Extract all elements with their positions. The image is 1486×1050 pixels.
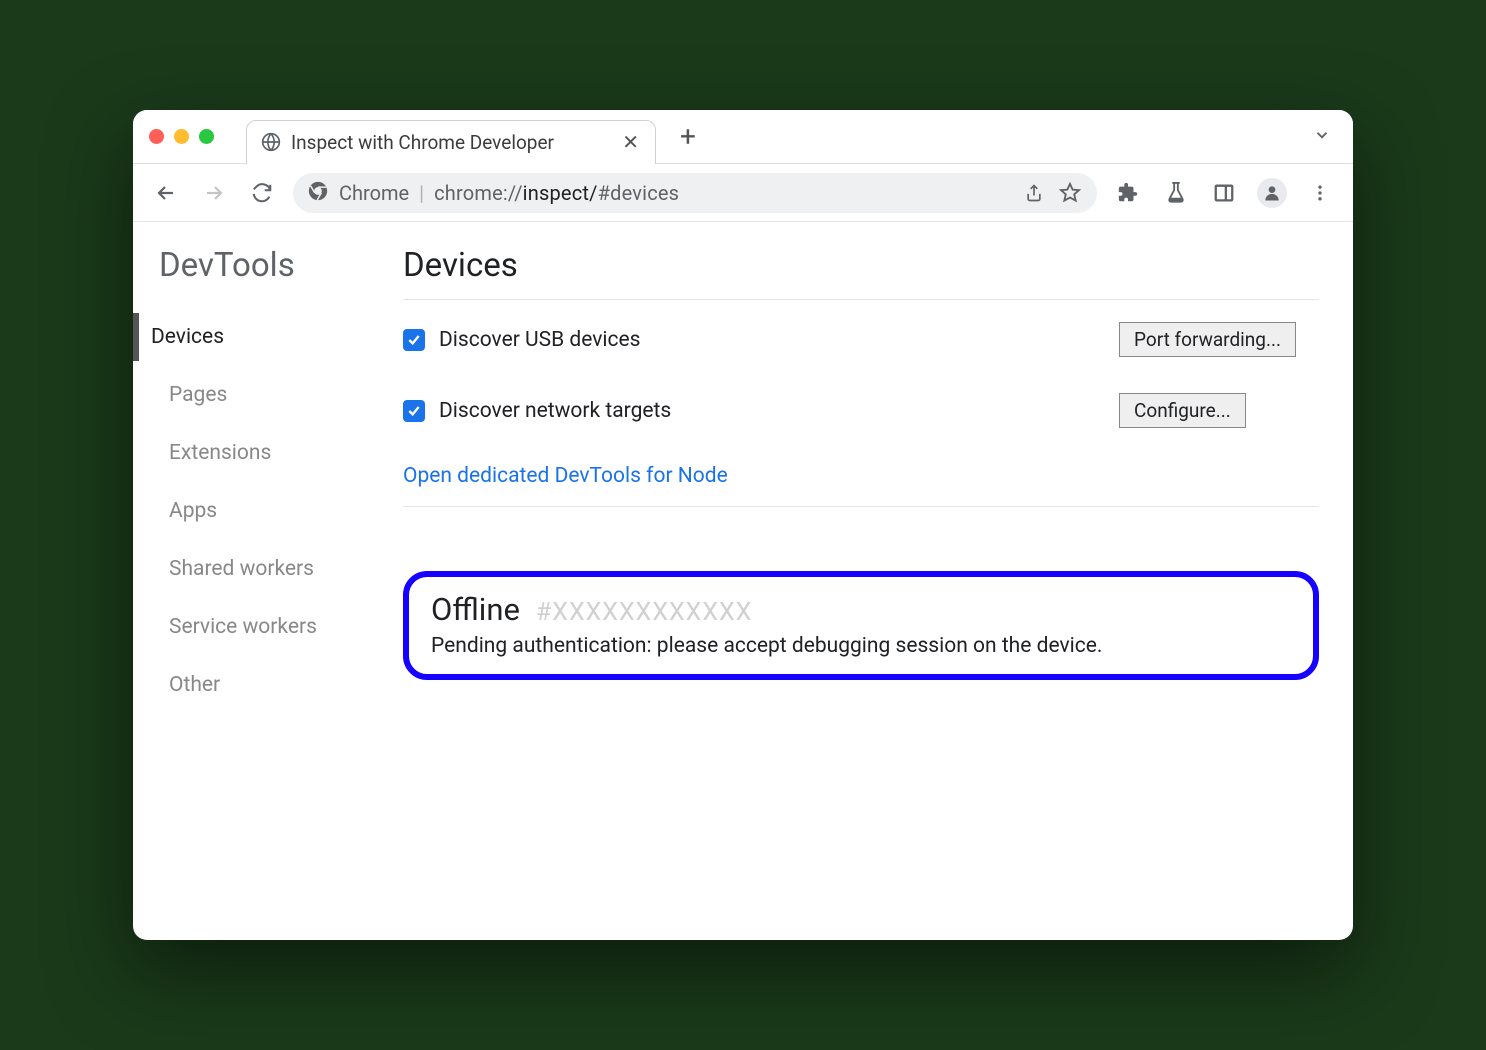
- discover-network-checkbox[interactable]: [403, 400, 425, 422]
- sidebar-item-service-workers[interactable]: Service workers: [151, 603, 383, 651]
- forward-button[interactable]: [197, 176, 231, 210]
- globe-icon: [261, 132, 281, 152]
- bookmark-star-icon[interactable]: [1057, 180, 1083, 206]
- discover-network-row: Discover network targets Configure...: [403, 393, 1319, 428]
- discover-usb-label: Discover USB devices: [439, 328, 1075, 352]
- sidebar-item-extensions[interactable]: Extensions: [151, 429, 383, 477]
- minimize-window-button[interactable]: [174, 129, 189, 144]
- labs-flask-icon[interactable]: [1159, 176, 1193, 210]
- address-url: chrome://inspect/#devices: [434, 181, 1011, 205]
- page-title: Devices: [403, 246, 1319, 285]
- sidebar-item-pages[interactable]: Pages: [151, 371, 383, 419]
- profile-avatar[interactable]: [1255, 176, 1289, 210]
- sidebar-item-other[interactable]: Other: [151, 661, 383, 709]
- sidebar-item-devices[interactable]: Devices: [133, 313, 383, 361]
- back-button[interactable]: [149, 176, 183, 210]
- window-controls: [149, 129, 214, 144]
- browser-window: Inspect with Chrome Developer ✕ + Chrome…: [133, 110, 1353, 940]
- close-tab-icon[interactable]: ✕: [620, 128, 641, 156]
- device-id: #XXXXXXXXXXXX: [536, 598, 752, 627]
- sidebar-item-apps[interactable]: Apps: [151, 487, 383, 535]
- open-node-devtools-link[interactable]: Open dedicated DevTools for Node: [403, 464, 1319, 488]
- extensions-icon[interactable]: [1111, 176, 1145, 210]
- sidebar: DevTools Devices Pages Extensions Apps S…: [133, 246, 383, 910]
- close-window-button[interactable]: [149, 129, 164, 144]
- discover-network-label: Discover network targets: [439, 399, 1075, 423]
- chrome-logo-icon: [307, 180, 329, 206]
- divider: [403, 299, 1319, 300]
- address-bar[interactable]: Chrome | chrome://inspect/#devices: [293, 173, 1097, 213]
- tab-strip: Inspect with Chrome Developer ✕ +: [133, 110, 1353, 164]
- configure-button[interactable]: Configure...: [1119, 393, 1246, 428]
- reload-button[interactable]: [245, 176, 279, 210]
- new-tab-button[interactable]: +: [670, 116, 706, 157]
- device-status: Offline: [431, 591, 520, 628]
- tabs-dropdown-icon[interactable]: [1307, 119, 1337, 155]
- address-origin-label: Chrome: [339, 181, 409, 205]
- port-forwarding-button[interactable]: Port forwarding...: [1119, 322, 1296, 357]
- tab-title: Inspect with Chrome Developer: [291, 131, 610, 154]
- page-content: DevTools Devices Pages Extensions Apps S…: [133, 222, 1353, 940]
- sidebar-title: DevTools: [151, 246, 383, 285]
- main-panel: Devices Discover USB devices Port forwar…: [383, 246, 1335, 910]
- device-status-block: Offline #XXXXXXXXXXXX Pending authentica…: [403, 571, 1319, 680]
- divider: [403, 506, 1319, 507]
- browser-tab[interactable]: Inspect with Chrome Developer ✕: [246, 120, 656, 164]
- sidebar-item-shared-workers[interactable]: Shared workers: [151, 545, 383, 593]
- address-separator: |: [419, 181, 424, 205]
- share-icon[interactable]: [1021, 180, 1047, 206]
- discover-usb-checkbox[interactable]: [403, 329, 425, 351]
- side-panel-icon[interactable]: [1207, 176, 1241, 210]
- toolbar: Chrome | chrome://inspect/#devices: [133, 164, 1353, 222]
- maximize-window-button[interactable]: [199, 129, 214, 144]
- device-message: Pending authentication: please accept de…: [431, 634, 1291, 658]
- discover-usb-row: Discover USB devices Port forwarding...: [403, 322, 1319, 357]
- kebab-menu-icon[interactable]: [1303, 176, 1337, 210]
